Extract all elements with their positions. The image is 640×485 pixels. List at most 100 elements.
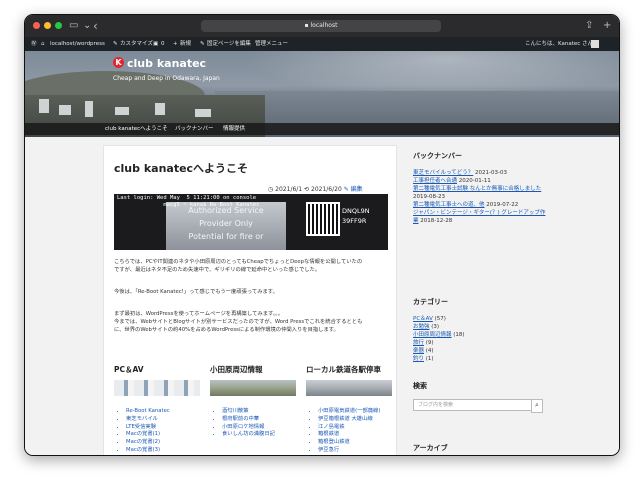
list-item: PC＆AV (57) (413, 315, 548, 323)
hero-code-2: 39FF9R (342, 217, 367, 225)
wp-line-3: に、世界のWebサイトの約40%を占めるWordPressによる制作環境の仲間入… (114, 327, 339, 333)
wordpress-logo-icon[interactable]: Ⓦ (31, 37, 37, 51)
backnumber-link[interactable]: 東芝モバイルってどう？ (413, 170, 473, 176)
backnumber-link[interactable]: 第二種電気工事士への道、他 (413, 202, 485, 208)
category-link[interactable]: 小田原周辺情報 (413, 332, 452, 338)
intro-paragraph: こちらでは、PCやIT関連のネタや小田原周辺のとってもCheapでちょっとDee… (114, 258, 388, 274)
comment-icon[interactable]: ▣ (153, 37, 158, 51)
category-link[interactable]: 旅行 (413, 340, 424, 346)
column-title: 小田原周辺情報 (210, 365, 263, 374)
address-text: localhost (310, 22, 338, 29)
category-count: (1) (425, 356, 434, 362)
edit-link[interactable]: 編集 (351, 186, 363, 193)
new-tab-icon[interactable]: + (603, 19, 611, 33)
admin-menu-link[interactable]: 管理メニュー (255, 37, 288, 51)
list-item[interactable]: 小田原電気鉄道(一部廃線) (318, 408, 380, 416)
list-item[interactable]: 酒匂川散策 (222, 408, 275, 416)
category-heading: カテゴリー (413, 298, 448, 306)
list-item[interactable]: 伊豆箱根鉄道 大雄山線 (318, 416, 380, 424)
hero-label-3: Potential for fire or (188, 232, 264, 241)
archive-heading: アーカイブ (413, 444, 448, 452)
post-meta: ◷ 2021/6/1 ⟲ 2021/6/20 ✎ 編集 (268, 184, 363, 193)
category-link[interactable]: 釣り (413, 356, 424, 362)
address-bar[interactable]: ▪ localhost (201, 20, 441, 32)
category-link[interactable]: お勉強 (413, 324, 430, 330)
category-count: (9) (425, 340, 434, 346)
odawara-thumbnail[interactable] (210, 380, 296, 396)
odawara-link-list: 酒匂川散策 根府駅前の中華 小田原ロケ地情報 食いしん坊の満腹日記 (210, 408, 275, 439)
column-pcav: PC＆AV Re-Boot Kanatec 東芝モバイル LTE受信実験 Mac… (114, 364, 204, 453)
admin-comment-count[interactable]: 0 (161, 37, 165, 51)
site-tagline: Cheap and Deep in Odawara, Japan (113, 75, 220, 82)
list-item[interactable]: 根府駅前の中華 (222, 416, 275, 424)
pcav-link-list: Re-Boot Kanatec 東芝モバイル LTE受信実験 Macの覚書(1)… (114, 408, 170, 455)
railway-thumbnail[interactable] (306, 380, 392, 396)
kanatec-logo-icon: K (113, 57, 124, 68)
sidebar-toggle-icon[interactable]: ▭ (69, 19, 78, 33)
search-icon[interactable]: ⌕ (531, 399, 543, 413)
list-item: 第二種電気工事士への道、他 2019-07-22 (413, 201, 548, 209)
backnumber-list: 東芝モバイルってどう？ 2021-03-03 工事担任者へ合通 2020-01-… (413, 169, 548, 225)
avatar[interactable] (591, 40, 599, 48)
brush-icon: ✎ (113, 41, 118, 47)
list-item[interactable]: 東芝モバイル (126, 416, 170, 424)
edit-icon[interactable]: ✎ (344, 186, 349, 193)
backnumber-heading: バックナンバー (413, 152, 462, 160)
search-heading: 検索 (413, 382, 427, 390)
hero-code-1: DNQL9N (342, 207, 370, 215)
category-link[interactable]: PC＆AV (413, 316, 433, 322)
hero-image: Authorized Service Provider Only Potenti… (114, 194, 388, 250)
backnumber-date: 2021-03-03 (474, 170, 507, 176)
column-odawara: 小田原周辺情報 酒匂川散策 根府駅前の中華 小田原ロケ地情報 食いしん坊の満腹日… (210, 364, 300, 437)
admin-site-link[interactable]: localhost/wordpress (50, 37, 105, 51)
post-modified: 2021/6/20 (311, 186, 342, 193)
backnumber-date: 2020-01-11 (458, 178, 491, 184)
list-item: 楽器 (4) (413, 347, 548, 355)
list-item[interactable]: Macの覚書(3) (126, 447, 170, 455)
main-article: club kanatecへようこそ ◷ 2021/6/1 ⟲ 2021/6/20… (103, 145, 397, 455)
qr-code-icon (306, 202, 340, 236)
list-item: 釣り (1) (413, 355, 548, 363)
nav-item-backnumber[interactable]: バックナンバー (175, 123, 214, 135)
list-item[interactable]: 食いしん坊の満腹日記 (222, 431, 275, 439)
admin-new-link[interactable]: 新規 (180, 37, 191, 51)
list-item: 小田原周辺情報 (18) (413, 331, 548, 339)
tab-overview-icon[interactable]: ⌄ (83, 19, 91, 33)
reboot-paragraph: 今後は、「Re-Boot Kanatec!」って感じでもう一度頑張ってみます。 (114, 289, 278, 295)
clock-icon: ◷ (268, 186, 274, 193)
browser-window: ▭ ⌄ ‹ ▪ localhost ⇪ + Ⓦ ⌂ localhost/word… (24, 14, 620, 456)
intro-line-1: こちらでは、PCやIT関連のネタや小田原周辺のとってもCheapでちょっとDee… (114, 259, 363, 265)
nav-item-welcome[interactable]: club kanatecへようこそ (105, 123, 168, 135)
category-count: (3) (431, 324, 440, 330)
minimize-window-button[interactable] (44, 22, 51, 29)
category-count: (18) (453, 332, 465, 338)
wp-admin-bar: Ⓦ ⌂ localhost/wordpress ✎ カスタマイズ ▣ 0 + 新… (25, 37, 619, 51)
back-arrow-icon[interactable]: ‹ (93, 19, 98, 33)
admin-greeting[interactable]: こんにちは、Kanatec さん (525, 37, 593, 51)
share-icon[interactable]: ⇪ (585, 19, 593, 33)
category-list: PC＆AV (57) お勉強 (3) 小田原周辺情報 (18) 旅行 (9) 楽… (413, 315, 548, 363)
list-item: 東芝モバイルってどう？ 2021-03-03 (413, 169, 548, 177)
backnumber-link[interactable]: 工事担任者へ合通 (413, 178, 457, 184)
site-home-icon[interactable]: ⌂ (41, 37, 45, 51)
site-title[interactable]: Kclub kanatec (113, 57, 206, 71)
admin-customize-link[interactable]: カスタマイズ (120, 37, 153, 51)
page-title: club kanatecへようこそ (114, 162, 249, 175)
list-item[interactable]: Macの覚書(2) (126, 439, 170, 447)
list-item[interactable]: 伊豆急行 (318, 447, 380, 455)
nav-item-info[interactable]: 情報提供 (223, 123, 245, 135)
backnumber-date: 2019-07-22 (486, 202, 519, 208)
list-item[interactable]: 箱根登山鉄道 (318, 439, 380, 447)
category-count: (4) (425, 348, 434, 354)
search-input[interactable]: ブログ内を検索 (413, 399, 537, 411)
pcav-thumbnail[interactable] (114, 380, 200, 396)
list-item[interactable]: Re-Boot Kanatec (126, 408, 170, 416)
zoom-window-button[interactable] (55, 22, 62, 29)
hero-terminal-text: Last login: Wed May 5 11:21:00 on consol… (117, 195, 260, 208)
close-window-button[interactable] (33, 22, 40, 29)
category-link[interactable]: 楽器 (413, 348, 424, 354)
refresh-icon: ⟲ (304, 186, 310, 193)
list-item: ジャパン・ビンテージ・ギター(？) グレードアップ作業 2018-12-28 (413, 209, 548, 225)
backnumber-link[interactable]: 第二種電気工事士試験 なんとか無事に合格しました (413, 186, 541, 192)
admin-edit-page-link[interactable]: 固定ページを編集 (207, 37, 251, 51)
